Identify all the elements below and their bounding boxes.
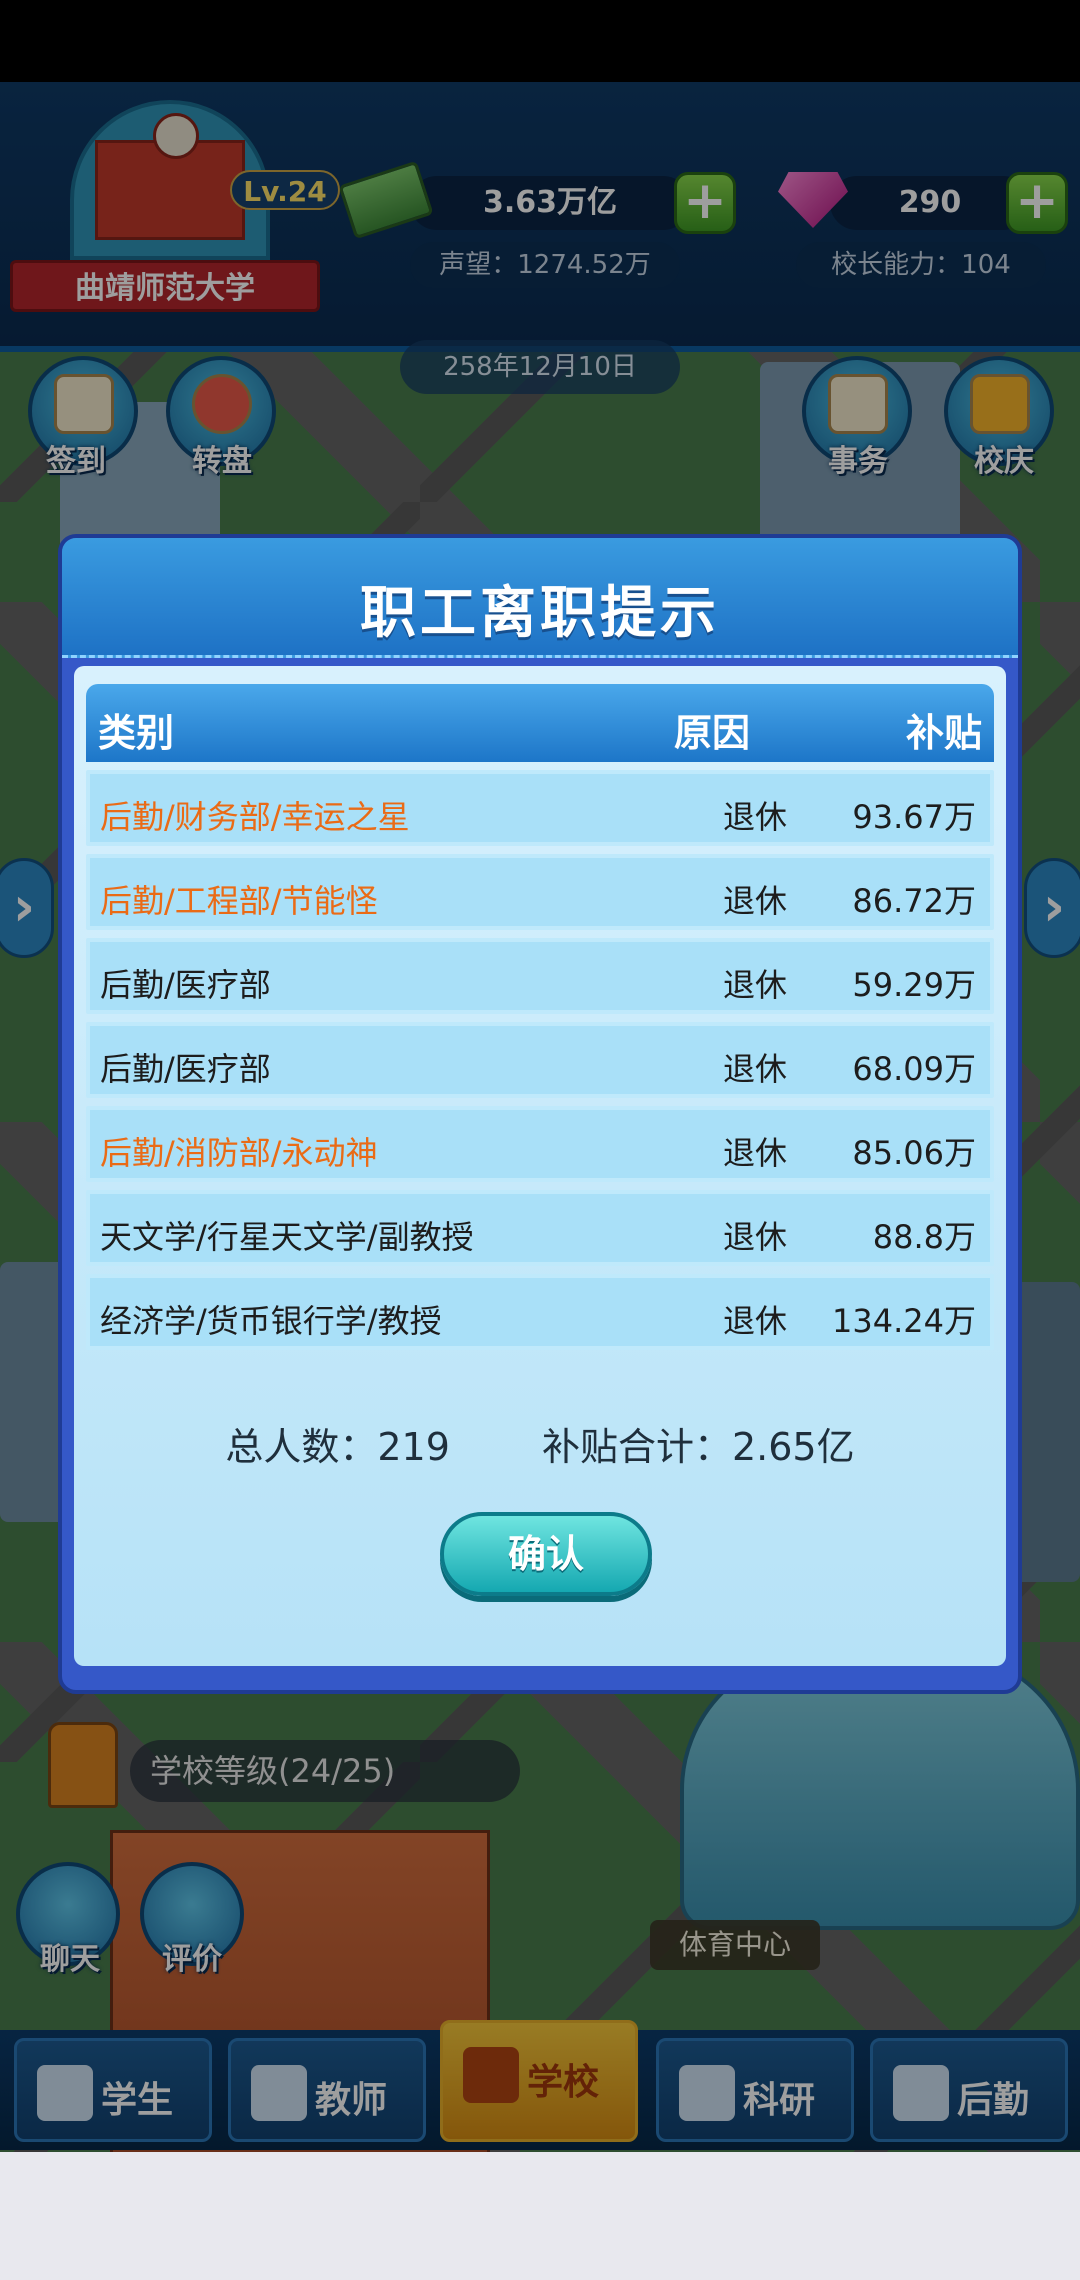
system-nav-bar xyxy=(0,2152,1080,2280)
table-row: 后勤/工程部/节能怪 退休 86.72万 xyxy=(86,854,994,930)
row-category: 天文学/行星天文学/副教授 xyxy=(100,1218,474,1256)
row-category: 后勤/财务部/幸运之星 xyxy=(100,798,410,836)
row-category: 后勤/工程部/节能怪 xyxy=(100,882,378,920)
row-subsidy: 88.8万 xyxy=(872,1218,976,1256)
status-bar xyxy=(0,0,1080,82)
row-reason: 退休 xyxy=(722,798,787,836)
row-subsidy: 86.72万 xyxy=(852,882,976,920)
column-header-reason: 原因 xyxy=(674,711,751,755)
dialog-header: 职工离职提示 xyxy=(62,538,1018,658)
row-subsidy: 68.09万 xyxy=(852,1050,976,1088)
dialog-body: 类别 原因 补贴 后勤/财务部/幸运之星 退休 93.67万 后勤/工程部/节能… xyxy=(74,666,1006,1666)
table-header: 类别 原因 补贴 xyxy=(86,684,994,762)
table-row: 经济学/货币银行学/教授 退休 134.24万 xyxy=(86,1274,994,1350)
row-reason: 退休 xyxy=(722,1218,787,1256)
row-reason: 退休 xyxy=(722,1134,787,1172)
dialog-title: 职工离职提示 xyxy=(360,581,720,646)
staff-retirement-dialog: 职工离职提示 类别 原因 补贴 后勤/财务部/幸运之星 退休 93.67万 后勤… xyxy=(58,534,1022,1694)
row-subsidy: 93.67万 xyxy=(852,798,976,836)
column-header-category: 类别 xyxy=(98,711,175,755)
table-row: 后勤/医疗部 退休 68.09万 xyxy=(86,1022,994,1098)
row-subsidy: 134.24万 xyxy=(832,1302,976,1340)
column-header-subsidy: 补贴 xyxy=(905,711,982,755)
row-category: 后勤/消防部/永动神 xyxy=(100,1134,378,1172)
table-row: 天文学/行星天文学/副教授 退休 88.8万 xyxy=(86,1190,994,1266)
row-subsidy: 59.29万 xyxy=(852,966,976,1004)
row-reason: 退休 xyxy=(722,1302,787,1340)
total-subsidy: 补贴合计：2.65亿 xyxy=(542,1425,855,1469)
confirm-button[interactable]: 确认 xyxy=(440,1512,652,1596)
total-people: 总人数：219 xyxy=(225,1425,450,1469)
row-reason: 退休 xyxy=(722,1050,787,1088)
table-row: 后勤/财务部/幸运之星 退休 93.67万 xyxy=(86,770,994,846)
row-category: 后勤/医疗部 xyxy=(100,1050,271,1088)
row-category: 经济学/货币银行学/教授 xyxy=(100,1302,442,1340)
row-subsidy: 85.06万 xyxy=(852,1134,976,1172)
table-row: 后勤/医疗部 退休 59.29万 xyxy=(86,938,994,1014)
row-reason: 退休 xyxy=(722,882,787,920)
table-row: 后勤/消防部/永动神 退休 85.06万 xyxy=(86,1106,994,1182)
row-category: 后勤/医疗部 xyxy=(100,966,271,1004)
row-reason: 退休 xyxy=(722,966,787,1004)
summary-line: 总人数：219 补贴合计：2.65亿 xyxy=(74,1416,1006,1471)
